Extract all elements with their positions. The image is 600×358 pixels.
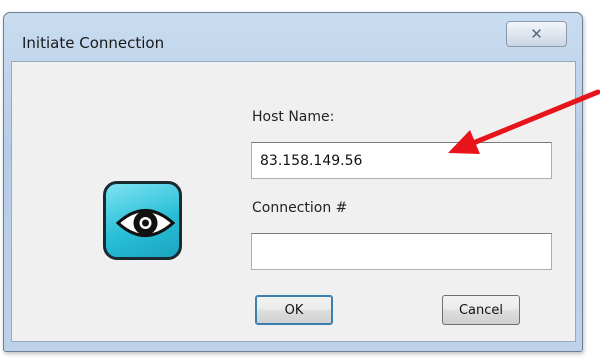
eye-icon: [103, 181, 182, 260]
dialog-window: Initiate Connection ✕ Host Name: Connect…: [3, 12, 583, 352]
cancel-button[interactable]: Cancel: [442, 295, 520, 325]
ok-button[interactable]: OK: [255, 295, 333, 325]
arrow-icon: [448, 89, 600, 154]
connection-number-input[interactable]: [251, 233, 552, 270]
host-name-label: Host Name:: [252, 109, 335, 125]
window-title: Initiate Connection: [22, 34, 165, 52]
close-button[interactable]: ✕: [506, 21, 567, 47]
title-bar[interactable]: Initiate Connection ✕: [4, 13, 582, 61]
connection-number-label: Connection #: [252, 200, 348, 216]
close-icon: ✕: [530, 25, 543, 43]
